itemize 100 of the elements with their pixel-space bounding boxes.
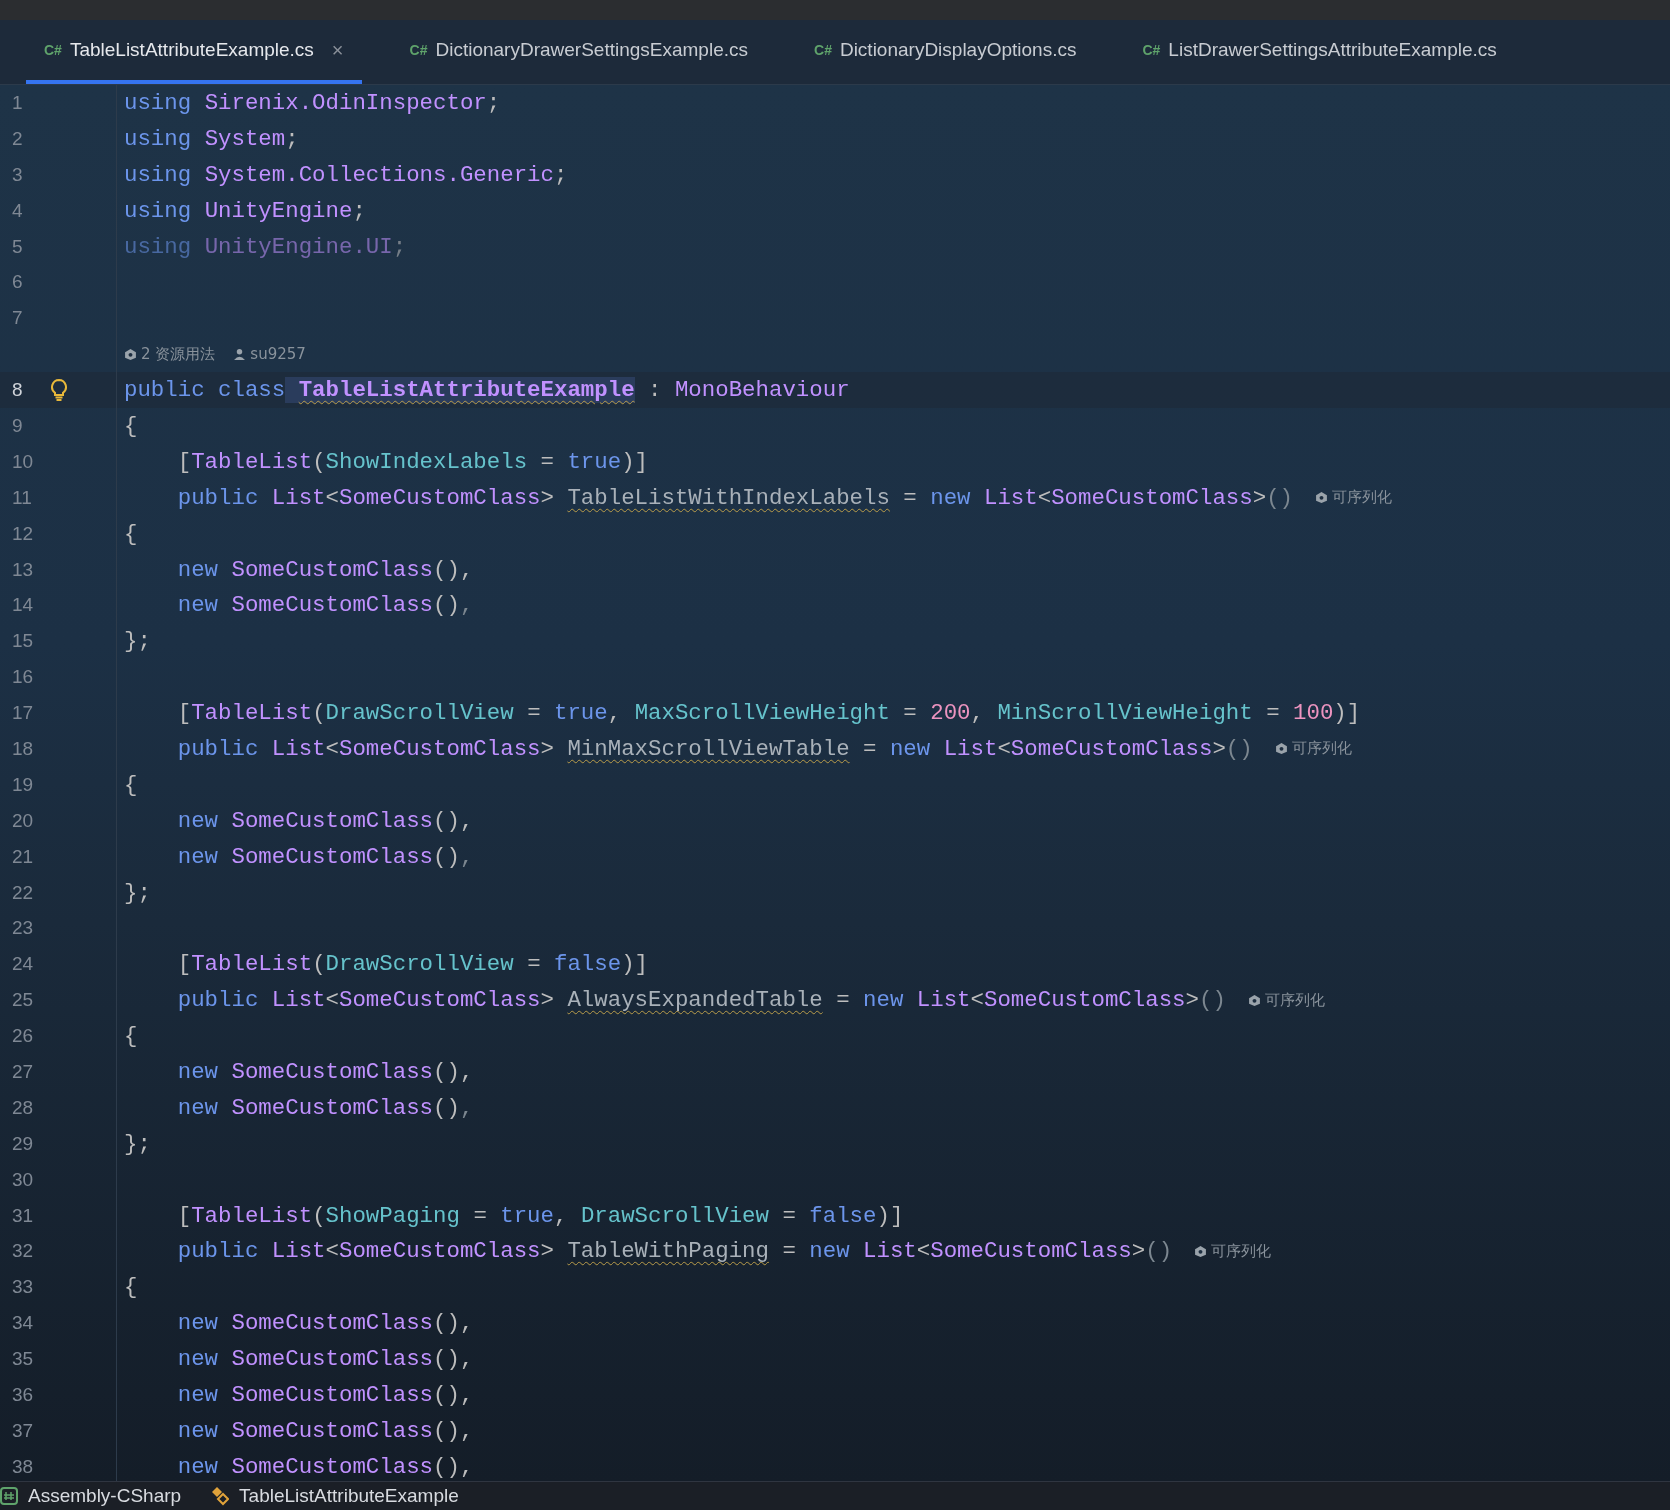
keyword: new [888, 735, 931, 762]
keyword: new [176, 807, 219, 834]
namespace-name: UnityEngine [203, 197, 353, 224]
type-name: List [270, 484, 326, 511]
keyword: using [124, 89, 192, 116]
punctuation: (), [433, 1346, 474, 1373]
type-name: SomeCustomClass [230, 592, 434, 619]
property-name: ShowIndexLabels [325, 448, 528, 475]
keyword: public [176, 987, 259, 1014]
line-number: 20 [12, 809, 35, 832]
serializable-hint: 可序列化 [1293, 488, 1393, 508]
punctuation: ; [285, 125, 299, 152]
punctuation: < [970, 987, 984, 1014]
serializable-hint: 可序列化 [1172, 1241, 1272, 1261]
line-number: 23 [12, 917, 35, 940]
line-number: 35 [12, 1348, 35, 1371]
line-number: 37 [12, 1419, 35, 1442]
keyword: new [176, 1059, 219, 1085]
punctuation: () [1145, 1238, 1173, 1265]
keyword: new [176, 1417, 219, 1444]
line-number: 21 [12, 845, 35, 868]
line-number: 18 [12, 737, 35, 760]
punctuation: (), [433, 556, 474, 583]
line-number: 25 [12, 989, 35, 1012]
keyword: new [176, 1453, 219, 1480]
namespace-name: Sirenix.OdinInspector [203, 89, 487, 116]
line-number: 1 [12, 91, 24, 114]
file-tab[interactable]: C# ListDrawerSettingsAttributeExample.cs [1124, 20, 1515, 84]
usages-hint[interactable]: 2 资源用法 [124, 344, 216, 364]
punctuation: () [1225, 735, 1253, 762]
field-name: TableListWithIndexLabels [566, 484, 890, 511]
punctuation: = [526, 951, 541, 978]
type-name: TableList [191, 700, 313, 727]
punctuation: }; [124, 1130, 151, 1157]
serializable-hint: 可序列化 [1252, 739, 1352, 759]
file-tab[interactable]: C# DictionaryDrawerSettingsExample.cs [391, 20, 766, 84]
line-number: 3 [12, 163, 24, 186]
type-name: List [983, 484, 1038, 511]
punctuation: { [124, 1023, 138, 1050]
type-name: SomeCustomClass [984, 987, 1186, 1014]
type-name: SomeCustomClass [339, 484, 541, 511]
punctuation: < [325, 987, 339, 1014]
property-name: ShowPaging [325, 1202, 460, 1229]
author-hint[interactable]: su9257 [233, 345, 306, 364]
punctuation: () [433, 843, 460, 870]
line-number: 38 [12, 1455, 35, 1478]
line-number: 19 [12, 773, 35, 796]
type-name: SomeCustomClass [230, 556, 434, 583]
punctuation: > [1185, 987, 1199, 1014]
lightbulb-icon[interactable] [50, 378, 68, 403]
punctuation: () [433, 592, 460, 619]
punctuation: , [554, 1202, 568, 1229]
keyword: using [124, 161, 192, 188]
keyword: false [808, 1202, 877, 1229]
punctuation: )] [876, 1202, 904, 1229]
line-number: 10 [12, 450, 35, 473]
keyword: using [124, 197, 192, 224]
keyword: using [124, 233, 192, 260]
punctuation: { [124, 1274, 138, 1301]
line-number: 30 [12, 1168, 35, 1191]
punctuation: = [835, 987, 850, 1014]
namespace-name: System [203, 125, 286, 152]
close-icon[interactable]: × [331, 38, 344, 62]
csharp-file-icon: C# [814, 42, 832, 58]
line-number: 8 [12, 379, 24, 402]
keyword: new [176, 1346, 219, 1373]
type-name: List [270, 987, 326, 1014]
breadcrumb-item[interactable]: TableListAttributeExample [211, 1485, 459, 1507]
keyword: new [176, 1310, 219, 1337]
punctuation: < [325, 735, 339, 762]
punctuation: { [124, 412, 138, 439]
punctuation: = [781, 1238, 796, 1265]
punctuation: , [459, 592, 474, 619]
line-number: 34 [12, 1312, 35, 1335]
punctuation: = [902, 700, 917, 727]
type-name: SomeCustomClass [930, 1238, 1132, 1265]
punctuation: )] [621, 951, 649, 978]
number-literal: 200 [929, 700, 971, 727]
number-literal: 100 [1292, 700, 1334, 727]
line-number: 29 [12, 1132, 35, 1155]
keyword: new [176, 592, 219, 619]
type-name: SomeCustomClass [230, 807, 434, 834]
csharp-file-icon: C# [1142, 42, 1161, 58]
punctuation: (), [433, 1059, 474, 1085]
breadcrumb-item[interactable]: Assembly-CSharp [0, 1485, 182, 1507]
keyword: true [553, 700, 608, 727]
type-name: SomeCustomClass [230, 1346, 434, 1373]
type-name: SomeCustomClass [230, 1453, 434, 1480]
file-tab[interactable]: C# DictionaryDisplayOptions.cs [796, 20, 1095, 84]
type-name: SomeCustomClass [230, 1094, 434, 1121]
punctuation: < [325, 1238, 339, 1265]
punctuation: () [433, 1094, 460, 1121]
line-number: 31 [12, 1204, 35, 1227]
punctuation: () [1266, 484, 1294, 511]
keyword: new [929, 484, 971, 511]
punctuation: = [862, 735, 877, 762]
serializable-hint: 可序列化 [1225, 990, 1325, 1010]
csharp-file-icon: C# [44, 42, 62, 58]
keyword: true [566, 448, 622, 475]
line-number: 2 [12, 127, 24, 150]
